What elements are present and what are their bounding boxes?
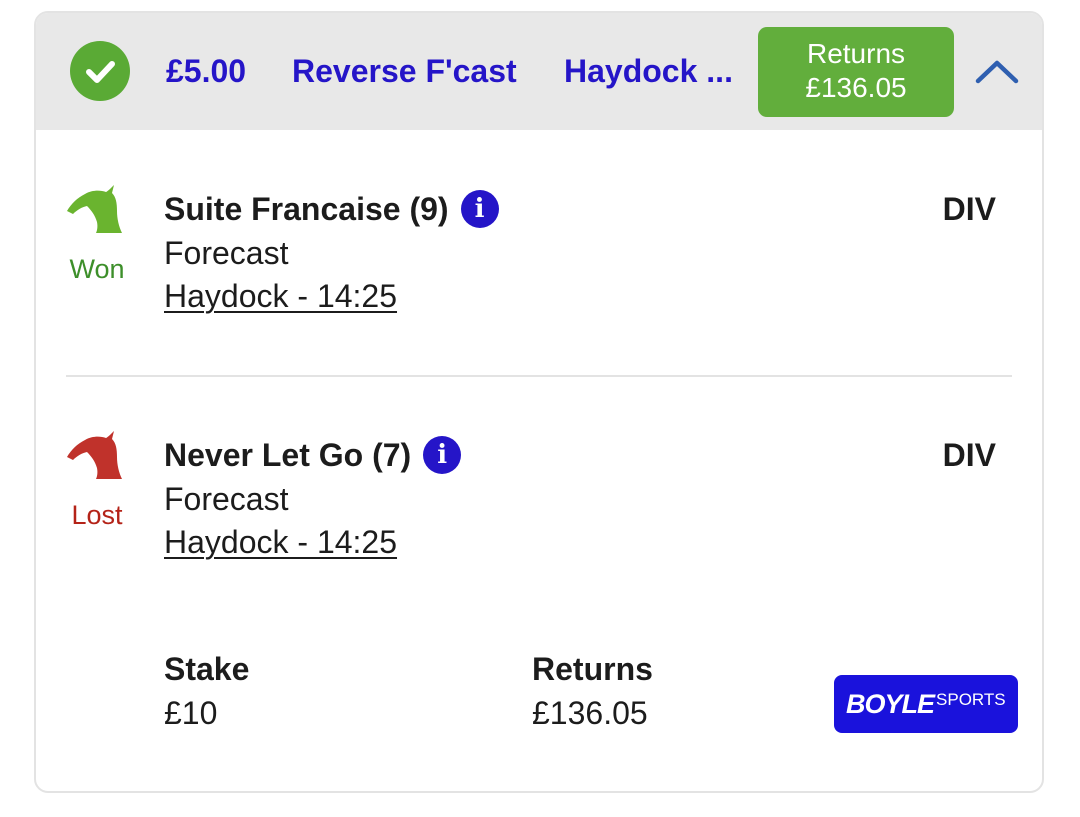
bet-card: £5.00 Reverse F'cast Haydock ... Returns…	[34, 11, 1044, 793]
returns-button-label: Returns	[806, 38, 906, 69]
returns-button-value: £136.05	[805, 72, 907, 103]
odds-label: DIV	[942, 437, 996, 473]
horse-head-icon	[66, 183, 122, 233]
stake-value: £10	[164, 695, 218, 731]
runner-name-text: Never Let Go (7)	[164, 437, 412, 473]
selection-bet-type: Forecast	[164, 235, 289, 271]
runner-name-text: Suite Francaise (9)	[164, 191, 449, 227]
chevron-up-icon[interactable]	[972, 51, 1022, 91]
returns-value: £136.05	[532, 695, 648, 731]
result-won-label: Won	[69, 254, 125, 284]
runner-name: Suite Francaise (9) i	[164, 189, 499, 231]
header-event: Haydock ...	[564, 53, 733, 89]
brand-logo-sub: SPORTS	[936, 690, 1006, 709]
brand-logo: BOYLE SPORTS	[834, 675, 1018, 733]
bet-header[interactable]: £5.00 Reverse F'cast Haydock ... Returns…	[36, 13, 1042, 130]
info-icon[interactable]: i	[460, 189, 499, 228]
info-icon[interactable]: i	[423, 435, 462, 474]
runner-name: Never Let Go (7) i	[164, 435, 462, 477]
header-bet-type: Reverse F'cast	[292, 53, 517, 89]
divider	[66, 375, 1012, 377]
stake-label: Stake	[164, 651, 250, 687]
race-link[interactable]: Haydock - 14:25	[164, 522, 397, 562]
odds-label: DIV	[942, 191, 996, 227]
brand-logo-main: BOYLE	[846, 689, 935, 719]
returns-button[interactable]: Returns £136.05	[758, 27, 954, 117]
selection-row: Won Suite Francaise (9) i Forecast Haydoc…	[36, 173, 1042, 373]
check-circle-icon	[70, 41, 130, 101]
horse-head-icon	[66, 429, 122, 479]
result-lost-label: Lost	[71, 500, 123, 530]
selection-row: Lost Never Let Go (7) i Forecast Haydock …	[36, 419, 1042, 619]
header-stake: £5.00	[166, 53, 247, 89]
selection-bet-type: Forecast	[164, 481, 289, 517]
returns-label: Returns	[532, 651, 653, 687]
race-link[interactable]: Haydock - 14:25	[164, 276, 397, 316]
